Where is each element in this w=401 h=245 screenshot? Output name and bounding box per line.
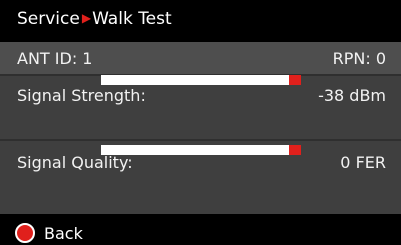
breadcrumb-service[interactable]: Service [17,9,80,29]
section-divider [0,139,401,141]
ant-info-row: ANT ID: 1 RPN: 0 [0,42,401,76]
signal-quality-label: Signal Quality: [17,152,133,172]
signal-strength-label: Signal Strength: [17,85,146,105]
title-bar: Service ▶ Walk Test [0,0,401,37]
signal-strength-marker [289,75,301,85]
back-button-label[interactable]: Back [44,224,83,243]
red-circle-icon[interactable] [15,223,35,243]
signal-strength-value: -38 dBm [318,85,386,105]
signal-quality-fill [101,145,301,155]
walk-test-panel: ANT ID: 1 RPN: 0 Signal Strength: -38 dB… [0,42,401,214]
rpn-label: RPN: 0 [332,48,386,68]
signal-quality-value: 0 FER [340,152,386,172]
signal-quality-bar [101,145,301,155]
signal-quality-marker [289,145,301,155]
page-title: Walk Test [92,8,172,29]
signal-strength-bar [101,75,301,85]
signal-strength-fill [101,75,301,85]
bottom-bar: Back [0,221,401,245]
ant-id-label: ANT ID: 1 [17,48,93,68]
triangle-right-icon: ▶ [81,10,92,25]
walk-test-screen: Service ▶ Walk Test ANT ID: 1 RPN: 0 Sig… [0,0,401,245]
